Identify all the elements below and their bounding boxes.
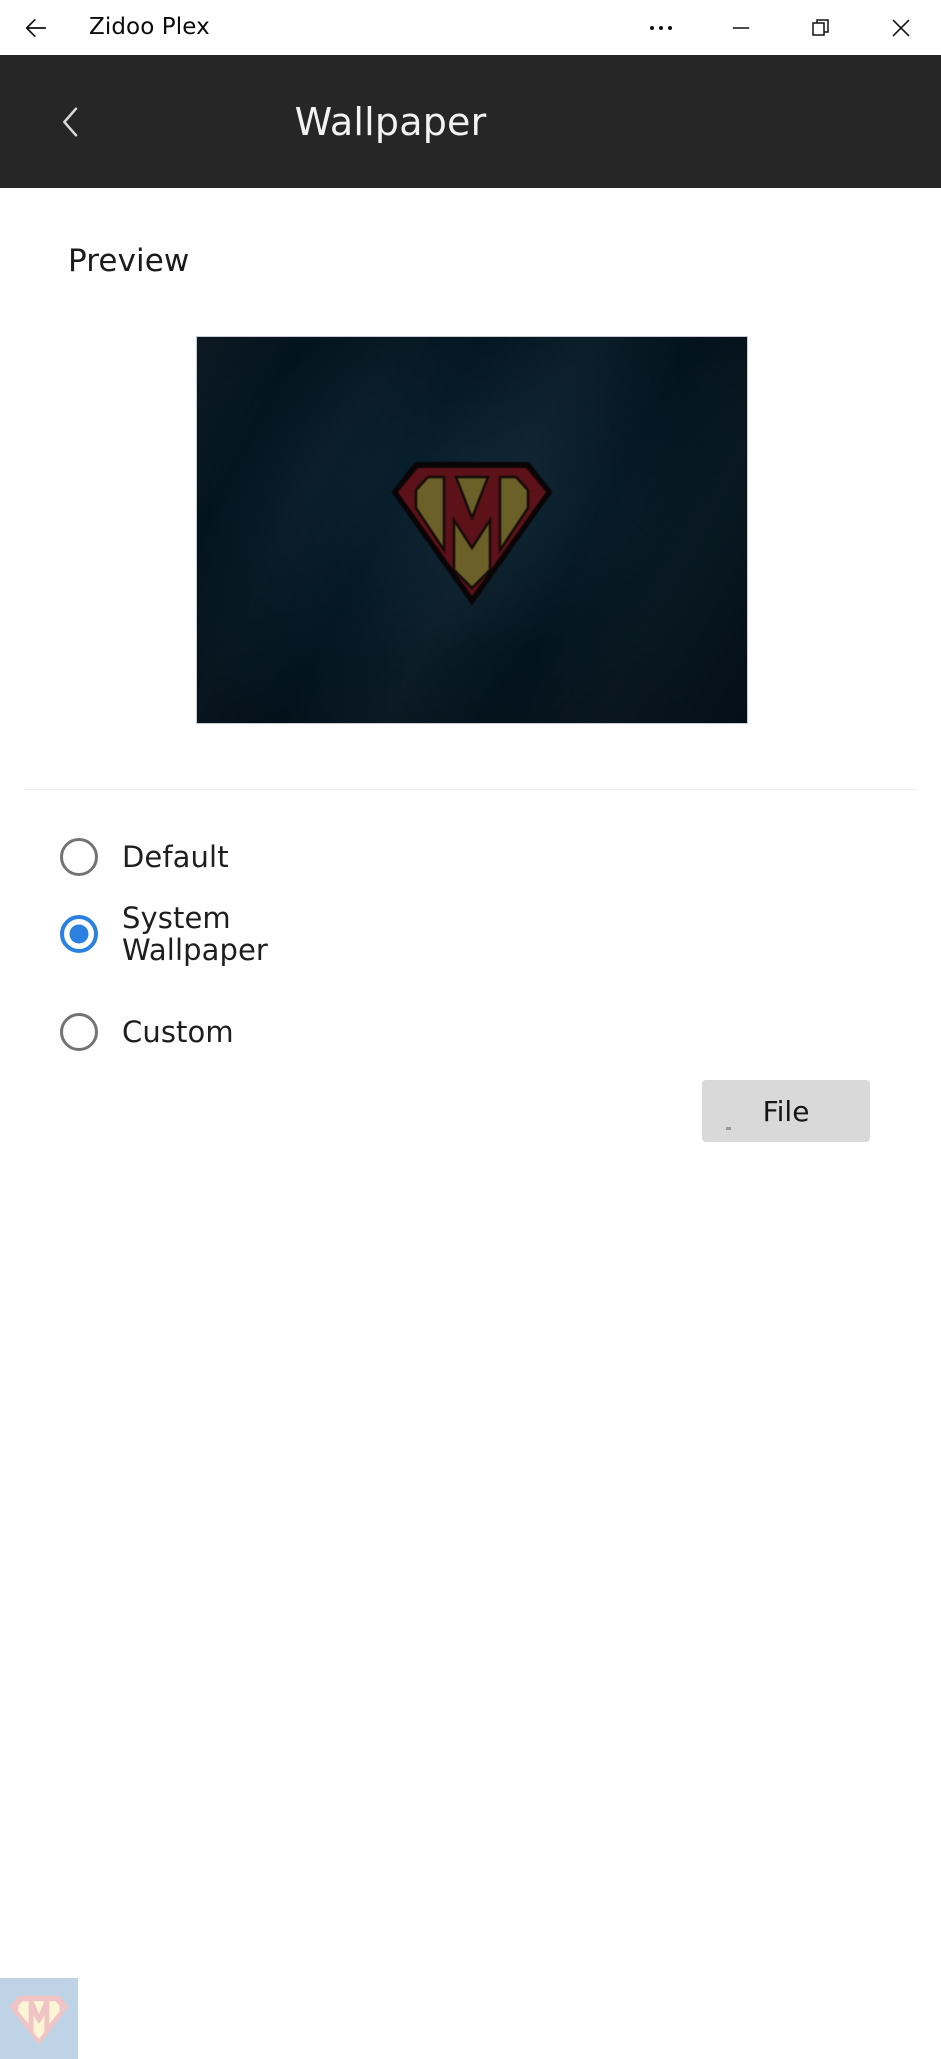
app-window: Zidoo Plex Wallpaper Preview Default Sys… — [0, 0, 941, 2059]
page-content: Preview Default System Wallpaper Custom … — [0, 188, 941, 2059]
option-custom[interactable]: Custom — [60, 1013, 234, 1051]
option-custom-label: Custom — [122, 1014, 234, 1049]
option-system-wallpaper-label: System Wallpaper — [122, 901, 268, 968]
restore-button[interactable] — [781, 0, 861, 55]
close-icon — [892, 19, 910, 36]
close-button[interactable] — [861, 0, 941, 55]
option-system-wallpaper[interactable]: System Wallpaper — [60, 902, 268, 967]
ellipsis-icon — [650, 25, 672, 30]
option-default[interactable]: Default — [60, 838, 229, 876]
window-back-button[interactable] — [19, 11, 53, 45]
minimize-icon — [732, 26, 750, 29]
window-title: Zidoo Plex — [89, 14, 210, 40]
option-default-label: Default — [122, 839, 229, 874]
section-divider — [24, 789, 918, 790]
radio-custom-icon[interactable] — [60, 1013, 98, 1051]
radio-default-icon[interactable] — [60, 838, 98, 876]
restore-window-icon — [812, 18, 829, 36]
window-controls — [621, 0, 941, 55]
more-options-button[interactable] — [621, 0, 701, 55]
app-watermark — [0, 1978, 78, 2059]
button-speck — [726, 1127, 731, 1130]
file-button[interactable]: File — [702, 1080, 870, 1142]
file-button-label: File — [762, 1094, 810, 1128]
radio-system-wallpaper-icon[interactable] — [60, 915, 98, 954]
window-title-bar: Zidoo Plex — [0, 0, 941, 55]
wallpaper-preview — [196, 336, 748, 724]
shield-m-logo-icon — [391, 462, 553, 606]
shield-m-watermark-icon — [9, 1995, 69, 2045]
preview-label: Preview — [68, 243, 190, 279]
arrow-left-icon — [25, 19, 47, 37]
page-header-bar: Wallpaper — [0, 55, 941, 188]
page-title: Wallpaper — [294, 99, 487, 144]
minimize-button[interactable] — [701, 0, 781, 55]
